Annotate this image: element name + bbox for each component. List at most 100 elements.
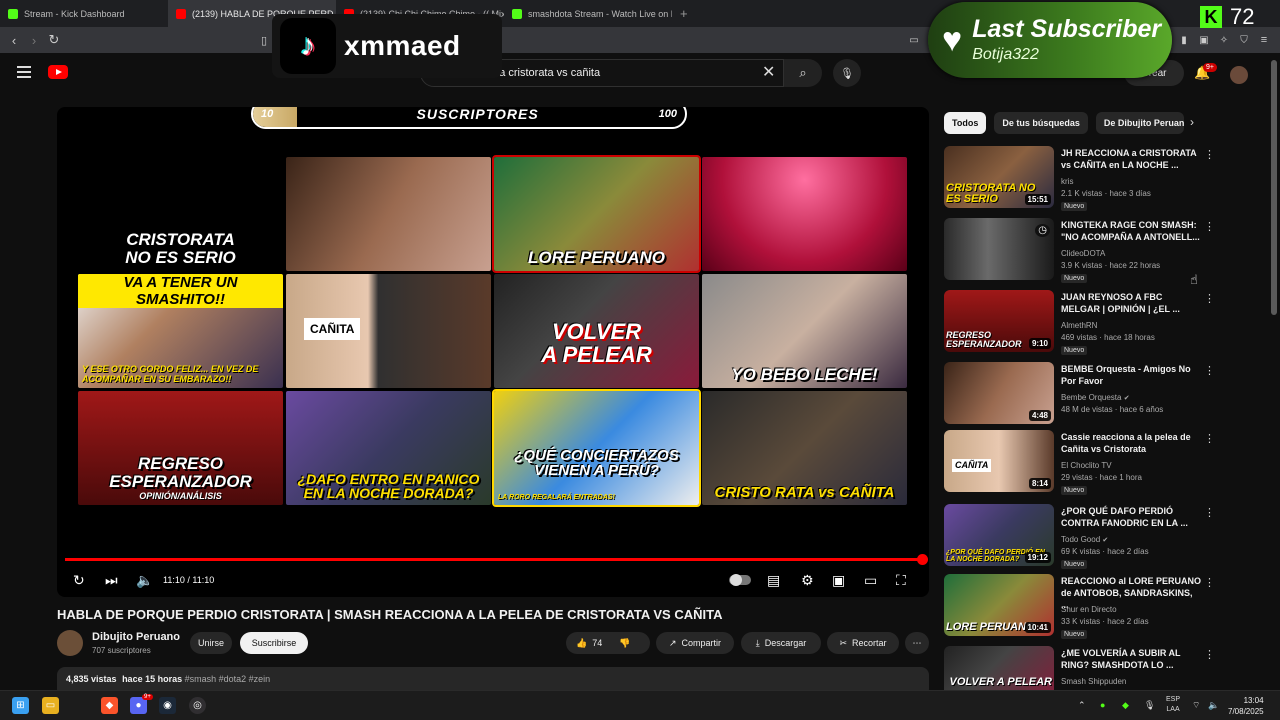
- dislike-icon[interactable]: 👎: [619, 638, 630, 649]
- rec-item[interactable]: ◷ KINGTEKA RAGE CON SMASH: "NO ACOMPAÑA …: [944, 218, 1215, 283]
- rec-thumbnail[interactable]: CAÑITA 8:14: [944, 430, 1054, 492]
- more-vert-icon[interactable]: ⋮: [1204, 432, 1215, 445]
- guide-menu-icon[interactable]: [17, 66, 31, 78]
- obs-icon[interactable]: ◎: [189, 697, 206, 714]
- rec-thumbnail[interactable]: LORE PERUANO 10:41: [944, 574, 1054, 636]
- new-tab-button[interactable]: +: [672, 6, 696, 21]
- tray-app-icon[interactable]: ◆: [1122, 700, 1129, 711]
- tray-expand-icon[interactable]: ⌃: [1078, 700, 1086, 711]
- rec-title[interactable]: JUAN REYNOSO A FBC MELGAR | OPINIÓN | ¿E…: [1061, 291, 1201, 315]
- more-vert-icon[interactable]: ⋮: [1204, 576, 1215, 589]
- rec-item[interactable]: 4:48 BEMBE Orquesta - Amigos No Por Favo…: [944, 362, 1215, 426]
- rec-channel[interactable]: Smash Shippuden: [1061, 677, 1126, 686]
- brave-browser-icon[interactable]: ◆: [101, 697, 118, 714]
- more-vert-icon[interactable]: ⋮: [1204, 364, 1215, 377]
- chip-de-tus-busquedas[interactable]: De tus búsquedas: [994, 112, 1088, 134]
- bookmark-icon[interactable]: ▯: [254, 34, 274, 47]
- rec-item[interactable]: ¿POR QUÉ DAFO PERDIÓ EN LA NOCHE DORADA?…: [944, 504, 1215, 569]
- rec-thumbnail[interactable]: ¿POR QUÉ DAFO PERDIÓ EN LA NOCHE DORADA?…: [944, 504, 1054, 566]
- chip-todos[interactable]: Todos: [944, 112, 987, 134]
- rec-channel[interactable]: Todo Good ✔: [1061, 535, 1108, 544]
- rec-item[interactable]: LORE PERUANO 10:41 REACCIONO al LORE PERU…: [944, 574, 1215, 639]
- rec-item[interactable]: REGRESO ESPERANZADOR 9:10 JUAN REYNOSO A …: [944, 290, 1215, 355]
- more-vert-icon[interactable]: ⋮: [1204, 506, 1215, 519]
- speaker-icon[interactable]: 🔈: [1208, 700, 1219, 711]
- share-button[interactable]: ↗ Compartir: [656, 632, 734, 654]
- rec-channel[interactable]: Shur en Directo: [1061, 605, 1117, 614]
- rec-item[interactable]: CRISTORATA NO ES SERIO 15:51 JH REACCIONA…: [944, 146, 1215, 211]
- more-vert-icon[interactable]: ⋮: [1204, 220, 1215, 233]
- rec-channel[interactable]: El Choclito TV: [1061, 461, 1112, 470]
- rec-channel[interactable]: ClideoDOTA: [1061, 249, 1105, 258]
- miniplayer-icon[interactable]: ▣: [832, 572, 845, 589]
- channel-avatar[interactable]: [57, 630, 83, 656]
- video-player[interactable]: CRISTORATA NO ES SERIO LORE PERUANO VA A …: [57, 107, 929, 597]
- rec-channel[interactable]: Bembe Orquesta ✔: [1061, 393, 1130, 402]
- windows-start-icon[interactable]: ⊞: [12, 697, 29, 714]
- shield-icon[interactable]: ⛉: [1234, 35, 1254, 46]
- file-explorer-icon[interactable]: ▭: [42, 697, 59, 714]
- clip-button[interactable]: ✂ Recortar: [827, 632, 899, 654]
- rec-thumbnail[interactable]: CRISTORATA NO ES SERIO 15:51: [944, 146, 1054, 208]
- autoplay-toggle[interactable]: [729, 574, 751, 586]
- rec-channel[interactable]: kris: [1061, 177, 1073, 186]
- scrubber-handle[interactable]: [917, 554, 928, 565]
- hashtags[interactable]: #smash #dota2 #zein: [185, 674, 271, 684]
- like-count[interactable]: 74: [592, 638, 602, 648]
- subtitles-icon[interactable]: ▤: [767, 572, 780, 589]
- system-clock[interactable]: 13:04 7/08/2025: [1228, 695, 1264, 717]
- account-avatar[interactable]: [1230, 66, 1248, 84]
- forward-icon[interactable]: ›: [24, 33, 44, 48]
- more-vert-icon[interactable]: ⋮: [1204, 148, 1215, 161]
- wifi-icon[interactable]: ⌔: [1192, 700, 1200, 711]
- ai-icon[interactable]: ✧: [1214, 35, 1234, 46]
- fullscreen-icon[interactable]: ⛶: [896, 572, 906, 589]
- wallet-icon[interactable]: ▣: [1194, 35, 1214, 46]
- download-button[interactable]: ⤓ Descargar: [741, 632, 821, 654]
- theater-mode-icon[interactable]: ▭: [864, 572, 877, 589]
- back-icon[interactable]: ‹: [4, 33, 24, 48]
- menu-icon[interactable]: ≡: [1254, 34, 1274, 46]
- cast-icon[interactable]: ▭: [904, 35, 924, 46]
- browser-tab-kick-stream[interactable]: smashdota Stream - Watch Live on K: [504, 0, 672, 27]
- progress-bar[interactable]: [65, 558, 921, 561]
- more-actions-button[interactable]: ⋯: [905, 632, 929, 654]
- rec-thumbnail[interactable]: ◷: [944, 218, 1054, 280]
- more-vert-icon[interactable]: ⋮: [1204, 292, 1215, 305]
- sidebar-icon[interactable]: ▮: [1174, 35, 1194, 46]
- rec-title[interactable]: ¿ME VOLVERÍA A SUBIR AL RING? SMASHDOTA …: [1061, 647, 1201, 671]
- rec-thumbnail[interactable]: 4:48: [944, 362, 1054, 424]
- voice-search-button[interactable]: 🎙: [833, 59, 861, 87]
- tray-mic-icon[interactable]: 🎙: [1144, 700, 1155, 711]
- like-icon[interactable]: 👍: [576, 638, 587, 649]
- browser-tab-kick-dashboard[interactable]: Stream - Kick Dashboard: [0, 0, 168, 27]
- volume-icon[interactable]: 🔈: [136, 572, 153, 589]
- keyboard-language[interactable]: ESP LAA: [1166, 695, 1180, 715]
- replay-icon[interactable]: ↻: [73, 572, 85, 589]
- clear-search-icon[interactable]: ✕: [762, 62, 775, 82]
- rec-channel[interactable]: AlmethRN: [1061, 321, 1097, 330]
- chevron-right-icon[interactable]: ›: [1190, 115, 1194, 129]
- reload-icon[interactable]: ↻: [44, 32, 64, 48]
- rec-title[interactable]: KINGTEKA RAGE CON SMASH: "NO ACOMPAÑA A …: [1061, 219, 1201, 243]
- tray-app-icon[interactable]: ●: [1100, 700, 1105, 710]
- settings-gear-icon[interactable]: ⚙: [801, 572, 814, 589]
- search-button[interactable]: ⌕: [784, 59, 822, 87]
- chip-de-dibujito-peruano[interactable]: De Dibujito Peruano: [1095, 112, 1184, 134]
- more-vert-icon[interactable]: ⋮: [1204, 648, 1214, 661]
- join-button[interactable]: Unirse: [190, 632, 232, 654]
- rec-title[interactable]: ¿POR QUÉ DAFO PERDIÓ CONTRA FANODRIC EN …: [1061, 505, 1201, 529]
- next-icon[interactable]: ⏭: [105, 572, 118, 589]
- rec-item[interactable]: CAÑITA 8:14 Cassie reacciona a la pelea d…: [944, 430, 1215, 495]
- subscribe-button[interactable]: Suscribirse: [240, 632, 308, 654]
- rec-thumbnail[interactable]: VOLVER A PELEAR: [944, 646, 1054, 690]
- page-scrollbar[interactable]: [1271, 60, 1277, 315]
- rec-thumbnail[interactable]: REGRESO ESPERANZADOR 9:10: [944, 290, 1054, 352]
- youtube-logo[interactable]: [48, 65, 68, 79]
- rec-title[interactable]: Cassie reacciona a la pelea de Cañita vs…: [1061, 431, 1201, 455]
- rec-item[interactable]: VOLVER A PELEAR ¿ME VOLVERÍA A SUBIR AL …: [944, 646, 1214, 690]
- rec-title[interactable]: BEMBE Orquesta - Amigos No Por Favor: [1061, 363, 1201, 387]
- steam-icon[interactable]: ◉: [159, 697, 176, 714]
- channel-name[interactable]: Dibujito Peruano: [92, 631, 180, 643]
- rec-title[interactable]: JH REACCIONA a CRISTORATA vs CAÑITA en L…: [1061, 147, 1201, 171]
